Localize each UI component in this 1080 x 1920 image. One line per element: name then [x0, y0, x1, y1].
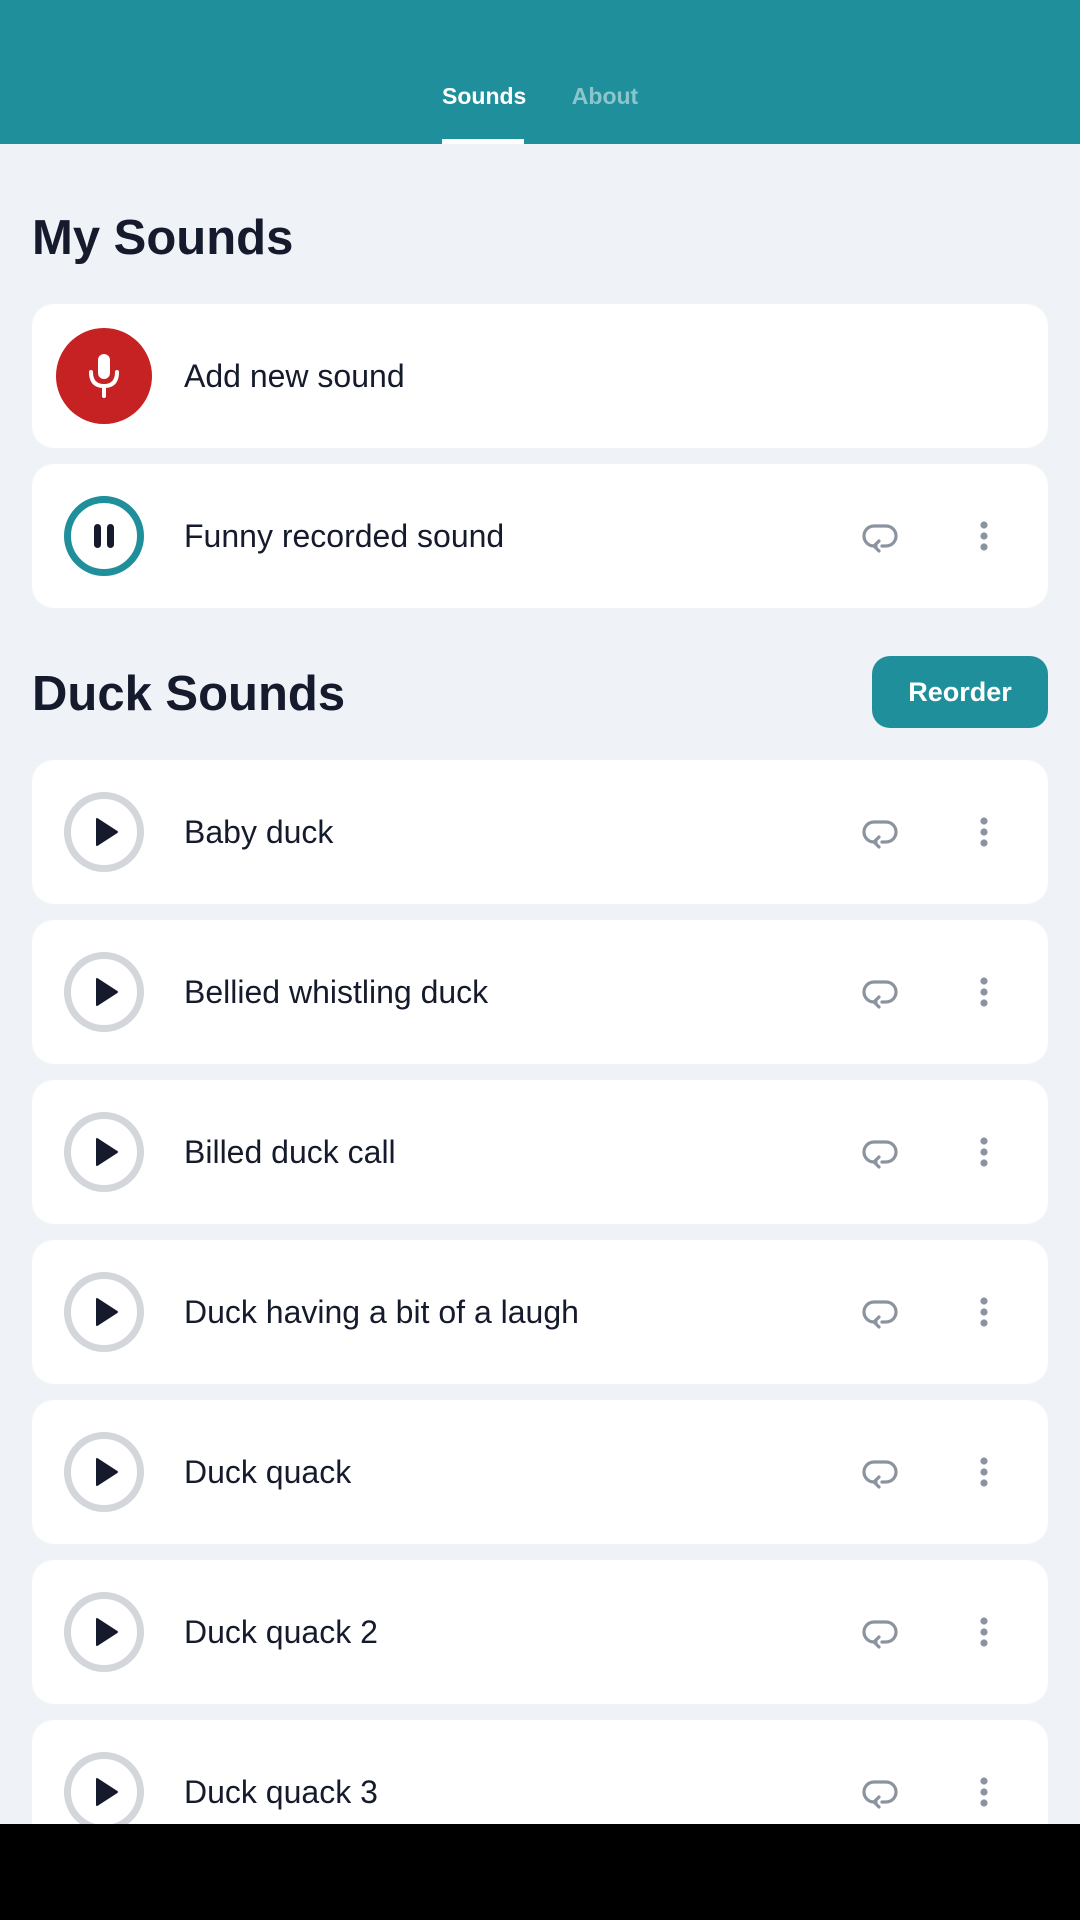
top-app-bar: Sounds About: [0, 0, 1080, 144]
loop-icon[interactable]: [860, 516, 900, 556]
pause-icon: [94, 524, 114, 548]
play-icon: [96, 1138, 118, 1166]
more-vertical-icon[interactable]: [964, 1452, 1004, 1492]
sound-card[interactable]: Duck having a bit of a laugh: [32, 1240, 1048, 1384]
loop-icon[interactable]: [860, 1612, 900, 1652]
loop-icon[interactable]: [860, 1452, 900, 1492]
add-new-sound-card[interactable]: Add new sound: [32, 304, 1048, 448]
reorder-button[interactable]: Reorder: [872, 656, 1048, 728]
more-vertical-icon[interactable]: [964, 972, 1004, 1012]
sound-label: Billed duck call: [184, 1134, 396, 1170]
more-vertical-icon[interactable]: [964, 1772, 1004, 1812]
sound-label: Funny recorded sound: [184, 518, 505, 554]
sound-label: Duck quack 2: [184, 1614, 378, 1650]
sound-card[interactable]: Funny recorded sound: [32, 464, 1048, 608]
play-button[interactable]: [64, 1112, 144, 1192]
system-navigation-bar: [0, 1824, 1080, 1920]
play-icon: [96, 1778, 118, 1806]
play-button[interactable]: [64, 1272, 144, 1352]
microphone-icon: [89, 354, 119, 398]
more-vertical-icon[interactable]: [964, 1612, 1004, 1652]
tab-about[interactable]: About: [566, 80, 644, 144]
sound-label: Baby duck: [184, 814, 334, 850]
duck-sounds-title: Duck Sounds: [32, 667, 346, 721]
play-icon: [96, 1298, 118, 1326]
sound-label: Duck having a bit of a laugh: [184, 1294, 579, 1330]
play-button[interactable]: [64, 952, 144, 1032]
sound-card[interactable]: Billed duck call: [32, 1080, 1048, 1224]
loop-icon[interactable]: [860, 1132, 900, 1172]
sound-card[interactable]: Baby duck: [32, 760, 1048, 904]
play-button[interactable]: [64, 1432, 144, 1512]
play-button[interactable]: [64, 792, 144, 872]
record-button[interactable]: [56, 328, 152, 424]
play-icon: [96, 1458, 118, 1486]
my-sounds-title: My Sounds: [32, 211, 294, 265]
sound-label: Duck quack: [184, 1454, 352, 1490]
loop-icon[interactable]: [860, 1772, 900, 1812]
play-icon: [96, 978, 118, 1006]
play-icon: [96, 818, 118, 846]
sound-label: Bellied whistling duck: [184, 974, 489, 1010]
active-tab-indicator: [442, 139, 524, 144]
sound-card[interactable]: Duck quack: [32, 1400, 1048, 1544]
more-vertical-icon[interactable]: [964, 1132, 1004, 1172]
more-vertical-icon[interactable]: [964, 812, 1004, 852]
play-button[interactable]: [64, 1592, 144, 1672]
loop-icon[interactable]: [860, 812, 900, 852]
play-icon: [96, 1618, 118, 1646]
more-vertical-icon[interactable]: [964, 516, 1004, 556]
more-vertical-icon[interactable]: [964, 1292, 1004, 1332]
tab-sounds[interactable]: Sounds: [442, 80, 526, 144]
sound-card[interactable]: Duck quack 2: [32, 1560, 1048, 1704]
add-new-sound-label: Add new sound: [184, 358, 405, 394]
loop-icon[interactable]: [860, 972, 900, 1012]
play-button[interactable]: [64, 1752, 144, 1832]
pause-button[interactable]: [64, 496, 144, 576]
sound-card[interactable]: Bellied whistling duck: [32, 920, 1048, 1064]
loop-icon[interactable]: [860, 1292, 900, 1332]
